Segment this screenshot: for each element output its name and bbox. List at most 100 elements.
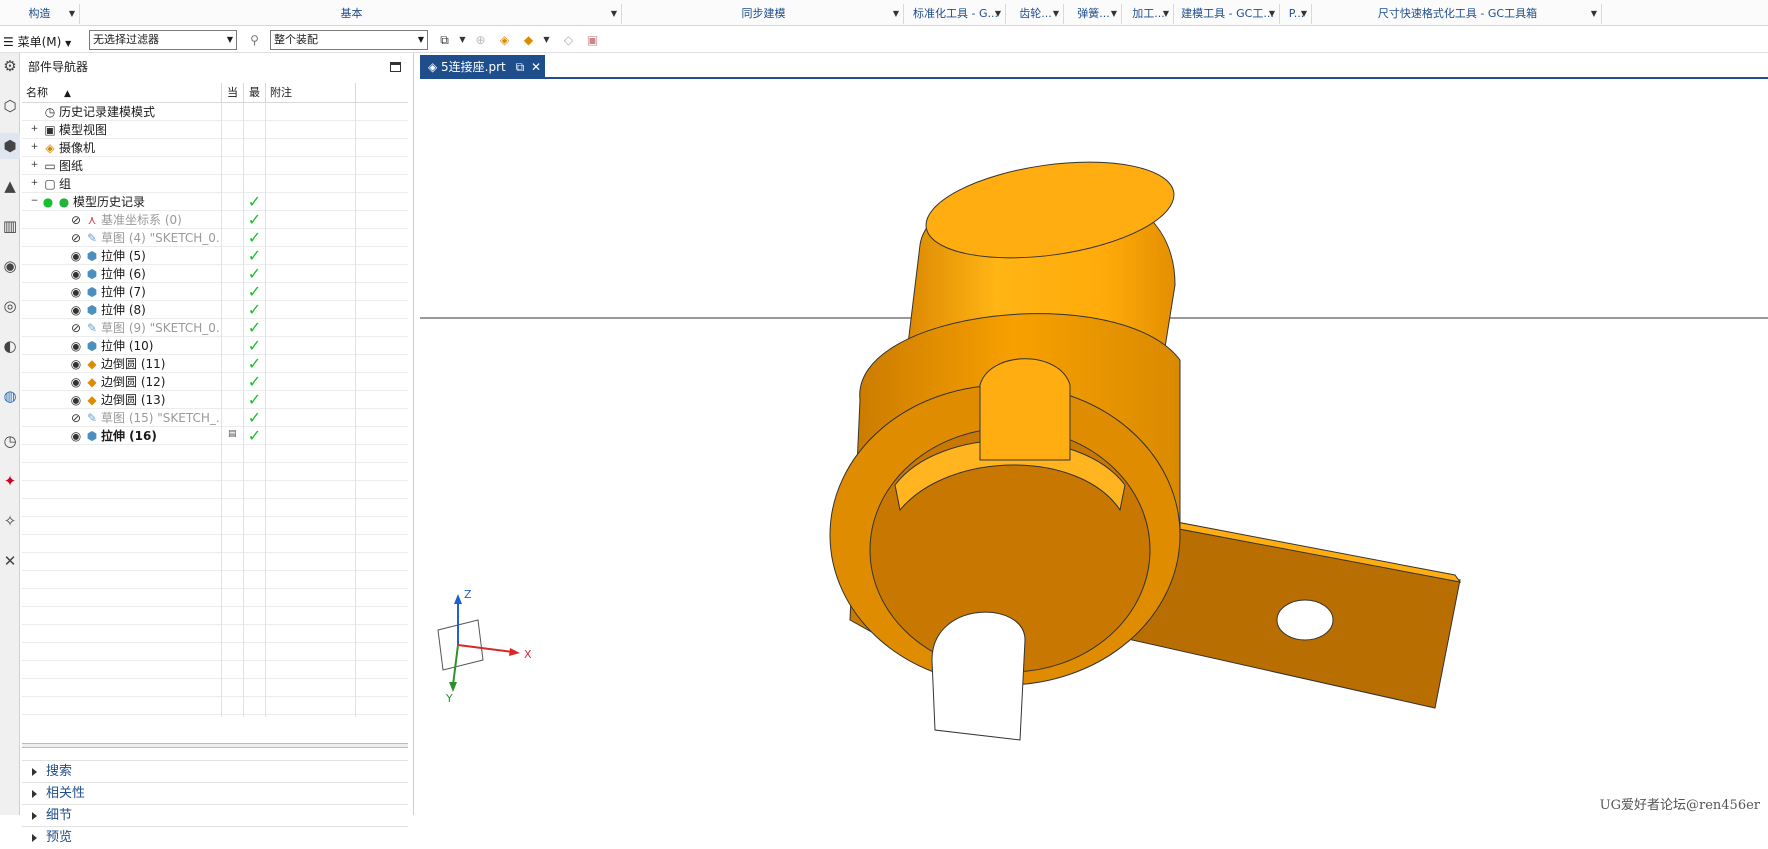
part-navigator-icon[interactable]: ⬢	[0, 133, 20, 159]
graphics-window[interactable]: Z X Y UG爱好者论坛@ren456er	[381, 80, 1768, 815]
collapse-minus-icon[interactable]: −	[30, 197, 39, 206]
dropdown-arrow-icon[interactable]: ▼	[893, 4, 899, 24]
ribbon-group-machining[interactable]: 加工... ▼	[1124, 4, 1174, 24]
tree-row[interactable]: ◉ ⬢ 拉伸 (5) ✓	[22, 247, 408, 267]
tree-row[interactable]: ⊘ ✎ 草图 (4) "SKETCH_0... ✓	[22, 229, 408, 249]
key-slot[interactable]	[979, 358, 1071, 461]
tree-row[interactable]: ⊘ ⋏ 基准坐标系 (0) ✓	[22, 211, 408, 231]
feature-select-icon[interactable]: ▣	[584, 32, 601, 48]
hidden-eye-icon[interactable]: ⊘	[68, 320, 84, 336]
select-component-icon[interactable]: ⊕	[472, 32, 489, 48]
tree-row[interactable]: ⊘ ✎ 草图 (9) "SKETCH_0... ✓	[22, 319, 408, 339]
model-viewport[interactable]: Z X Y	[381, 80, 1768, 815]
ribbon-group-gear[interactable]: 齿轮... ▼	[1008, 4, 1064, 24]
dropdown-arrow-icon[interactable]: ▼	[1053, 4, 1059, 24]
column-latest-header[interactable]: 最	[244, 83, 266, 103]
visible-eye-icon[interactable]: ◉	[68, 266, 84, 282]
view-triad[interactable]: Z X Y	[437, 588, 532, 705]
visible-eye-icon[interactable]: ◉	[68, 248, 84, 264]
section-dependencies[interactable]: 相关性	[22, 782, 408, 804]
close-icon[interactable]: ✕	[531, 60, 541, 74]
reuse-library-icon[interactable]: ▲	[0, 173, 20, 199]
ribbon-group-sync-modeling[interactable]: 同步建模 ▼	[624, 4, 904, 24]
hidden-eye-icon[interactable]: ⊘	[68, 212, 84, 228]
ribbon-group-modeling-tools[interactable]: 建模工具 - GC工... ▼	[1176, 4, 1280, 24]
settings-gear-icon[interactable]: ⚙	[0, 53, 20, 79]
navigator-splitter[interactable]	[22, 743, 408, 748]
visible-eye-icon[interactable]: ◉	[68, 338, 84, 354]
assembly-select-icon[interactable]: ⧉	[436, 32, 453, 48]
dropdown-arrow-icon[interactable]: ▼	[69, 4, 75, 24]
type-filter-select[interactable]: 无选择过滤器 ▼	[89, 30, 237, 50]
role-palette-icon[interactable]: ✦	[0, 468, 20, 494]
tree-row[interactable]: ◉ ⬢ 拉伸 (16) ▤ ✓	[22, 427, 408, 447]
tree-row[interactable]: + ▢ 组	[22, 175, 408, 195]
process-studio-icon[interactable]: ◐	[0, 333, 20, 359]
ribbon-group-basic[interactable]: 基本 ▼	[82, 4, 622, 24]
visible-eye-icon[interactable]: ◉	[68, 428, 84, 444]
tree-row[interactable]: ◉ ◆ 边倒圆 (11) ✓	[22, 355, 408, 375]
section-preview[interactable]: 预览	[22, 826, 408, 848]
tree-row[interactable]: ◉ ⬢ 拉伸 (8) ✓	[22, 301, 408, 321]
dropdown-arrow-icon[interactable]: ▼	[1301, 4, 1307, 24]
dropdown-arrow-icon[interactable]: ▼	[611, 4, 617, 24]
hidden-eye-icon[interactable]: ⊘	[68, 230, 84, 246]
tree-row[interactable]: ◉ ⬢ 拉伸 (6) ✓	[22, 265, 408, 285]
visible-eye-icon[interactable]: ◉	[68, 374, 84, 390]
tree-row[interactable]: ◉ ⬢ 拉伸 (7) ✓	[22, 283, 408, 303]
system-scene-icon[interactable]: ✧	[0, 508, 20, 534]
tree-row[interactable]: + ▭ 图纸	[22, 157, 408, 177]
dropdown-arrow-icon[interactable]: ▼	[995, 4, 1001, 24]
maximize-icon[interactable]	[390, 62, 401, 72]
dropdown-arrow-icon[interactable]: ▼	[1111, 4, 1117, 24]
lower-ring[interactable]	[829, 313, 1181, 741]
web-browser-icon[interactable]: ◉	[0, 253, 20, 279]
expand-plus-icon[interactable]: +	[30, 179, 39, 188]
dropdown-arrow-icon[interactable]: ▼	[1591, 4, 1597, 24]
expand-plus-icon[interactable]: +	[30, 125, 39, 134]
undock-icon[interactable]: ⧉	[516, 60, 525, 74]
dropdown-arrow-icon[interactable]: ▼	[1269, 4, 1275, 24]
bottom-slot[interactable]	[931, 611, 1026, 741]
ribbon-group-construct[interactable]: 构造 ▼	[0, 4, 80, 24]
assembly-navigator-icon[interactable]: ⬡	[0, 93, 20, 119]
internet-explorer-icon[interactable]: ◍	[0, 383, 20, 409]
mounting-hole[interactable]	[1276, 599, 1334, 641]
filter-funnel-icon[interactable]: ⚲	[246, 32, 263, 48]
ribbon-group-dimension-format[interactable]: 尺寸快速格式化工具 - GC工具箱 ▼	[1314, 4, 1602, 24]
dropdown-arrow-icon[interactable]: ▼	[1163, 4, 1169, 24]
tools-wrench-icon[interactable]: ✕	[0, 548, 20, 574]
dropdown-arrow-icon[interactable]: ▼	[454, 32, 471, 48]
column-comment-header[interactable]: 附注	[266, 83, 356, 103]
tab-part-file[interactable]: ◈ 5连接座.prt ⧉ ✕	[420, 55, 545, 79]
hd3d-tools-icon[interactable]: ▥	[0, 213, 20, 239]
tree-row[interactable]: ◷ 历史记录建模模式	[22, 103, 408, 123]
column-current-header[interactable]: 当	[222, 83, 244, 103]
tree-row[interactable]: ◉ ⬢ 拉伸 (10) ✓	[22, 337, 408, 357]
ribbon-group-p[interactable]: P... ▼	[1282, 4, 1312, 24]
tree-row[interactable]: + ▣ 模型视图	[22, 121, 408, 141]
history-clock-icon[interactable]: ◷	[0, 428, 20, 454]
solid-select-icon[interactable]: ◇	[560, 32, 577, 48]
tree-row[interactable]: − ● ● 模型历史记录 ✓	[22, 193, 408, 213]
body-select-icon[interactable]: ◈	[496, 32, 513, 48]
tree-row[interactable]: + ◈ 摄像机	[22, 139, 408, 159]
ribbon-group-spring[interactable]: 弹簧... ▼	[1066, 4, 1122, 24]
history-palette-icon[interactable]: ◎	[0, 293, 20, 319]
hidden-eye-icon[interactable]: ⊘	[68, 410, 84, 426]
visible-eye-icon[interactable]: ◉	[68, 356, 84, 372]
visible-eye-icon[interactable]: ◉	[68, 302, 84, 318]
tree-row[interactable]: ⊘ ✎ 草图 (15) "SKETCH_... ✓	[22, 409, 408, 429]
section-details[interactable]: 细节	[22, 804, 408, 826]
tree-row[interactable]: ◉ ◆ 边倒圆 (12) ✓	[22, 373, 408, 393]
visible-eye-icon[interactable]: ◉	[68, 392, 84, 408]
menu-button[interactable]: ☰ 菜单(M) ▼	[3, 33, 71, 50]
expand-plus-icon[interactable]: +	[30, 161, 39, 170]
column-name-header[interactable]: 名称 ▲	[22, 83, 222, 103]
expand-plus-icon[interactable]: +	[30, 143, 39, 152]
section-search[interactable]: 搜索	[22, 760, 408, 782]
selection-scope-select[interactable]: 整个装配 ▼	[270, 30, 428, 50]
dropdown-arrow-icon[interactable]: ▼	[538, 32, 555, 48]
face-select-icon[interactable]: ◆	[520, 32, 537, 48]
tree-row[interactable]: ◉ ◆ 边倒圆 (13) ✓	[22, 391, 408, 411]
